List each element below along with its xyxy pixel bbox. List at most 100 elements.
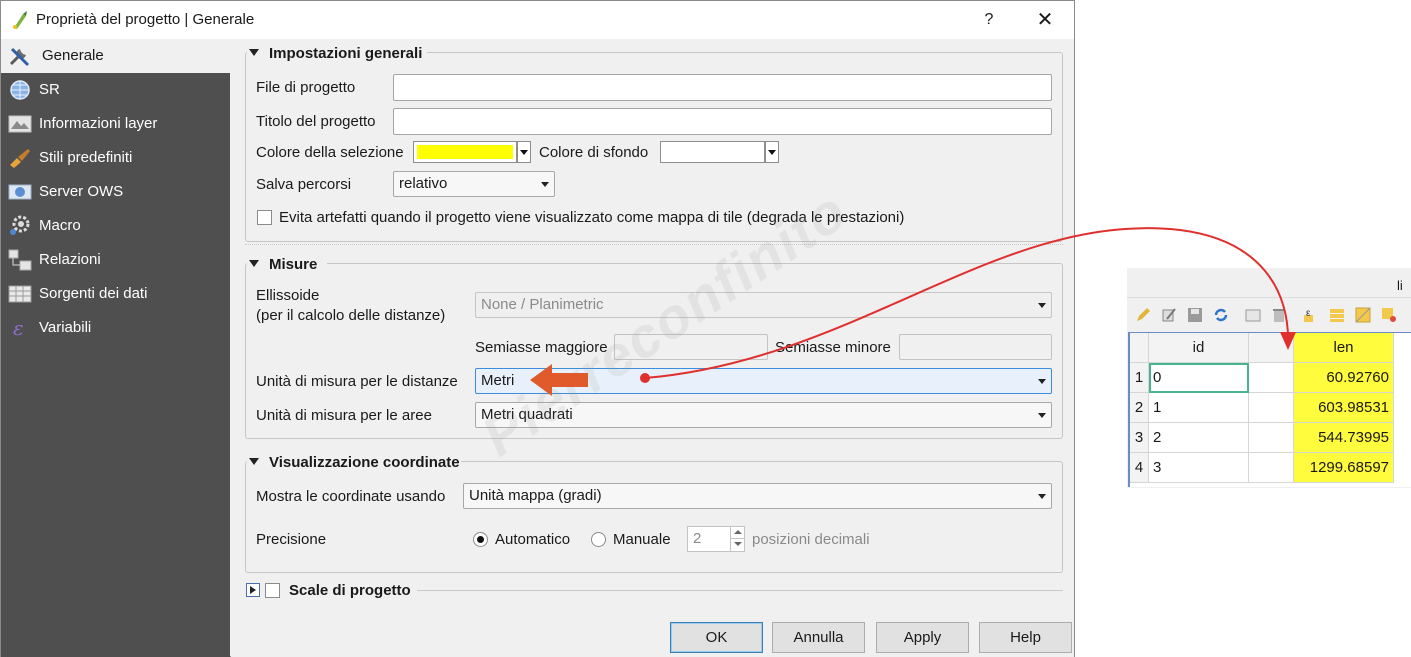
- divider: [245, 244, 1063, 245]
- background-color-swatch: [664, 145, 761, 159]
- add-row-icon[interactable]: [1245, 307, 1261, 323]
- show-coords-select[interactable]: Unità mappa (gradi): [463, 483, 1052, 509]
- save-paths-select[interactable]: relativo: [393, 171, 555, 197]
- selection-color-swatch: [417, 145, 513, 159]
- manual-label: Manuale: [613, 531, 671, 548]
- table-cell-blank[interactable]: [1249, 453, 1294, 483]
- refresh-icon[interactable]: [1213, 307, 1229, 323]
- table-cell-id[interactable]: 2: [1149, 423, 1249, 453]
- project-file-input[interactable]: [393, 74, 1052, 101]
- collapse-arrow-icon: [249, 49, 259, 56]
- decimals-value: 2: [693, 530, 702, 547]
- close-button[interactable]: ✕: [1031, 7, 1059, 33]
- sidebar-item-label: Informazioni layer: [39, 115, 158, 132]
- table-cell-id[interactable]: 3: [1149, 453, 1249, 483]
- column-header-len[interactable]: len: [1294, 333, 1394, 363]
- relations-icon: [8, 249, 32, 271]
- background-color-button[interactable]: [660, 141, 765, 163]
- table-cell-blank[interactable]: [1249, 393, 1294, 423]
- table-cell-blank[interactable]: [1249, 423, 1294, 453]
- selection-color-label: Colore della selezione: [256, 144, 404, 161]
- section-coords-toggle[interactable]: Visualizzazione coordinate: [249, 454, 460, 471]
- apply-button[interactable]: Apply: [876, 622, 969, 653]
- spin-down-icon[interactable]: [730, 539, 744, 551]
- table-icon: [8, 285, 32, 303]
- chevron-down-icon: [1038, 379, 1046, 384]
- column-header-blank[interactable]: [1249, 333, 1294, 363]
- select-all-icon[interactable]: [1329, 307, 1345, 323]
- sidebar-item-macro[interactable]: Macro: [1, 209, 230, 243]
- table-cell-id[interactable]: 1: [1149, 393, 1249, 423]
- variable-icon: ε: [13, 317, 24, 339]
- ellipsoid-select[interactable]: None / Planimetric: [475, 292, 1052, 318]
- table-cell-len[interactable]: 1299.68597: [1294, 453, 1394, 483]
- sidebar-item-label: Server OWS: [39, 183, 124, 200]
- sidebar-item-informazioni-layer[interactable]: Informazioni layer: [1, 107, 230, 141]
- cancel-button[interactable]: Annulla: [772, 622, 865, 653]
- section-measure-heading: Misure: [269, 256, 318, 273]
- save-paths-value: relativo: [399, 175, 448, 192]
- sidebar-item-label: Stili predefiniti: [39, 149, 133, 166]
- save-icon[interactable]: [1187, 307, 1203, 323]
- ellipsoid-value: None / Planimetric: [481, 296, 604, 313]
- help-button[interactable]: Help: [979, 622, 1072, 653]
- table-cell-len[interactable]: 60.92760: [1294, 363, 1394, 393]
- deselect-icon[interactable]: [1381, 307, 1397, 323]
- selection-color-button[interactable]: [413, 141, 517, 163]
- multi-edit-icon[interactable]: [1161, 307, 1177, 323]
- table-cell-id[interactable]: 0: [1149, 363, 1249, 393]
- decimals-spinbox[interactable]: 2: [687, 526, 745, 552]
- project-title-label: Titolo del progetto: [256, 113, 376, 130]
- table-cell-len[interactable]: 603.98531: [1294, 393, 1394, 423]
- delete-icon[interactable]: [1271, 307, 1287, 323]
- sidebar-item-variabili[interactable]: ε Variabili: [1, 311, 230, 345]
- spin-up-icon[interactable]: [730, 527, 744, 539]
- manual-radio[interactable]: [591, 532, 606, 547]
- distance-units-value: Metri: [481, 372, 515, 389]
- section-measure-toggle[interactable]: Misure: [249, 256, 317, 273]
- section-general-heading-label: Impostazioni generali: [249, 45, 422, 62]
- semiminor-input[interactable]: [899, 334, 1052, 360]
- automatic-radio[interactable]: [473, 532, 488, 547]
- attribute-grid: id len 1 0 60.92760 2 1 603.98531 3 2 54…: [1128, 332, 1411, 487]
- chevron-down-icon: [1038, 413, 1046, 418]
- help-title-button[interactable]: ?: [979, 7, 999, 33]
- sidebar-item-relazioni[interactable]: Relazioni: [1, 243, 230, 277]
- sidebar-item-server-ows[interactable]: Server OWS: [1, 175, 230, 209]
- table-cell-len[interactable]: 544.73995: [1294, 423, 1394, 453]
- sidebar-item-label: Variabili: [39, 319, 92, 336]
- section-general-heading-text: Impostazioni generali: [269, 45, 423, 62]
- area-units-label: Unità di misura per le aree: [256, 407, 432, 424]
- avoid-artifacts-checkbox[interactable]: [257, 210, 272, 225]
- sidebar: Generale SR Informazioni layer Stili pre…: [1, 39, 230, 657]
- svg-text:ε: ε: [13, 317, 24, 339]
- ok-button[interactable]: OK: [670, 622, 763, 653]
- sidebar-item-stili-predefiniti[interactable]: Stili predefiniti: [1, 141, 230, 175]
- collapse-arrow-icon: [249, 458, 259, 465]
- invert-selection-icon[interactable]: [1355, 307, 1371, 323]
- pencil-icon[interactable]: [1135, 307, 1151, 323]
- sidebar-item-label: Sorgenti dei dati: [39, 285, 148, 302]
- selection-color-dropdown[interactable]: [517, 141, 531, 163]
- column-header-id[interactable]: id: [1149, 333, 1249, 363]
- automatic-label: Automatico: [495, 531, 571, 548]
- row-number[interactable]: 3: [1130, 423, 1149, 453]
- select-expression-icon[interactable]: ε: [1303, 307, 1319, 323]
- sidebar-item-sr[interactable]: SR: [1, 73, 230, 107]
- corner-header[interactable]: [1130, 333, 1149, 363]
- row-number[interactable]: 2: [1130, 393, 1149, 423]
- section-scale-heading: Scale di progetto: [289, 582, 411, 599]
- project-title-input[interactable]: [393, 108, 1052, 135]
- table-cell-blank[interactable]: [1249, 363, 1294, 393]
- background-color-dropdown[interactable]: [765, 141, 779, 163]
- expand-arrow-icon: [250, 586, 256, 594]
- row-number[interactable]: 4: [1130, 453, 1149, 483]
- sidebar-item-generale[interactable]: Generale: [1, 39, 230, 73]
- sidebar-item-label: Relazioni: [39, 251, 101, 268]
- attribute-table-panel: li ε id len 1 0 60.92760 2 1 603.98531 3…: [1127, 268, 1411, 488]
- scale-enable-checkbox[interactable]: [265, 583, 280, 598]
- sidebar-item-sorgenti-dei-dati[interactable]: Sorgenti dei dati: [1, 277, 230, 311]
- show-coords-label: Mostra le coordinate usando: [256, 488, 446, 505]
- row-number[interactable]: 1: [1130, 363, 1149, 393]
- scale-expand-toggle[interactable]: [246, 583, 260, 597]
